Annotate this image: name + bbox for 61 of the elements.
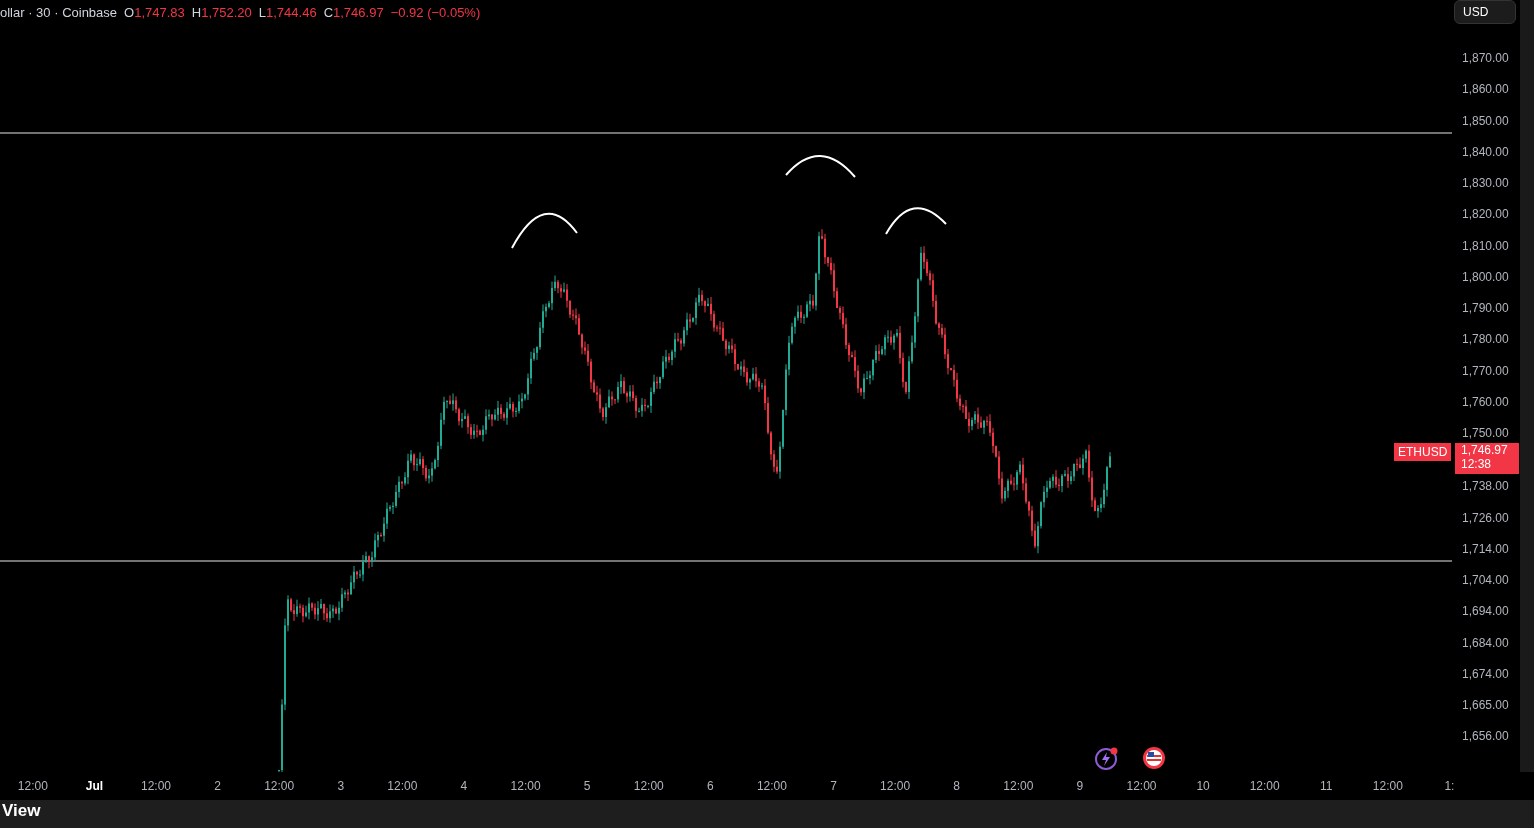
price-label: 1,830.00 bbox=[1462, 175, 1510, 191]
time-label: 12:00 bbox=[16, 778, 49, 795]
price-label: 1,770.00 bbox=[1462, 362, 1510, 379]
last-price: 1,746.97 bbox=[1461, 443, 1509, 457]
time-label: 2 bbox=[213, 778, 222, 795]
price-label: 1,840.00 bbox=[1462, 143, 1510, 160]
time-label: 12:00 bbox=[1125, 778, 1158, 795]
time-label: 12:00 bbox=[263, 778, 296, 795]
time-label: 12:00 bbox=[755, 778, 788, 795]
time-label: 11 bbox=[1319, 778, 1334, 795]
price-label: 1,760.00 bbox=[1462, 393, 1510, 410]
price-label: 1,714.00 bbox=[1462, 540, 1510, 557]
time-label: 10 bbox=[1195, 778, 1211, 795]
time-label: 12:00 bbox=[1002, 778, 1035, 795]
ohlc-value: 1,746.97 bbox=[333, 4, 384, 22]
price-label: 1,665.00 bbox=[1462, 697, 1510, 713]
time-label: 12:00 bbox=[386, 778, 419, 795]
price-label: 1,790.00 bbox=[1462, 300, 1510, 316]
time-label: 7 bbox=[829, 778, 838, 795]
lightning-icon[interactable] bbox=[1094, 746, 1120, 770]
time-label: 12:00 bbox=[1371, 778, 1404, 795]
time-label: 6 bbox=[706, 778, 715, 795]
time-label: 1: bbox=[1443, 778, 1456, 795]
price-label: 1,726.00 bbox=[1462, 509, 1510, 526]
time-label: 3 bbox=[336, 778, 346, 795]
time-label: 12:00 bbox=[1248, 778, 1281, 795]
price-label: 1,694.00 bbox=[1462, 603, 1510, 620]
symbol-title: ollar · 30 · Coinbase bbox=[0, 4, 118, 22]
price-label: 1,704.00 bbox=[1462, 572, 1510, 588]
flag-icon[interactable] bbox=[1142, 746, 1166, 770]
time-label: 12:00 bbox=[509, 778, 542, 795]
ohlc-value: 1,752.20 bbox=[201, 4, 252, 22]
price-label: 1,750.00 bbox=[1462, 425, 1510, 441]
price-label: 1,780.00 bbox=[1462, 331, 1510, 348]
ohlc-value: 1,747.83 bbox=[134, 4, 185, 22]
price-label: 1,870.00 bbox=[1462, 50, 1510, 66]
ohlc-label: L bbox=[258, 4, 267, 22]
ohlc-value: 1,744.46 bbox=[266, 4, 317, 22]
ohlc-label: C bbox=[323, 4, 334, 22]
price-label: 1,860.00 bbox=[1462, 81, 1510, 98]
time-label: 12:00 bbox=[632, 778, 665, 795]
ohlc-label: H bbox=[191, 4, 202, 22]
price-label: 1,820.00 bbox=[1462, 206, 1510, 223]
price-label: 1,810.00 bbox=[1462, 237, 1510, 254]
panel-title: View bbox=[2, 800, 41, 822]
time-label: 8 bbox=[952, 778, 962, 795]
price-label: 1,738.00 bbox=[1462, 478, 1510, 495]
price-label: 1,684.00 bbox=[1462, 634, 1510, 651]
time-label: 5 bbox=[582, 778, 592, 795]
price-label: 1,656.00 bbox=[1462, 728, 1510, 745]
bar-countdown: 12:38 bbox=[1461, 457, 1493, 471]
ohlc-label: O bbox=[124, 4, 135, 22]
price-change: −0.92 (−0.05%) bbox=[390, 4, 481, 22]
time-label: 12:00 bbox=[139, 778, 172, 795]
price-label: 1,850.00 bbox=[1462, 112, 1510, 129]
price-label: 1,800.00 bbox=[1462, 268, 1510, 285]
time-label: 12:00 bbox=[879, 778, 912, 795]
price-label: 1,674.00 bbox=[1462, 665, 1510, 682]
time-label: 9 bbox=[1075, 778, 1085, 795]
time-label: 4 bbox=[459, 778, 469, 795]
time-label: Jul bbox=[84, 778, 105, 795]
